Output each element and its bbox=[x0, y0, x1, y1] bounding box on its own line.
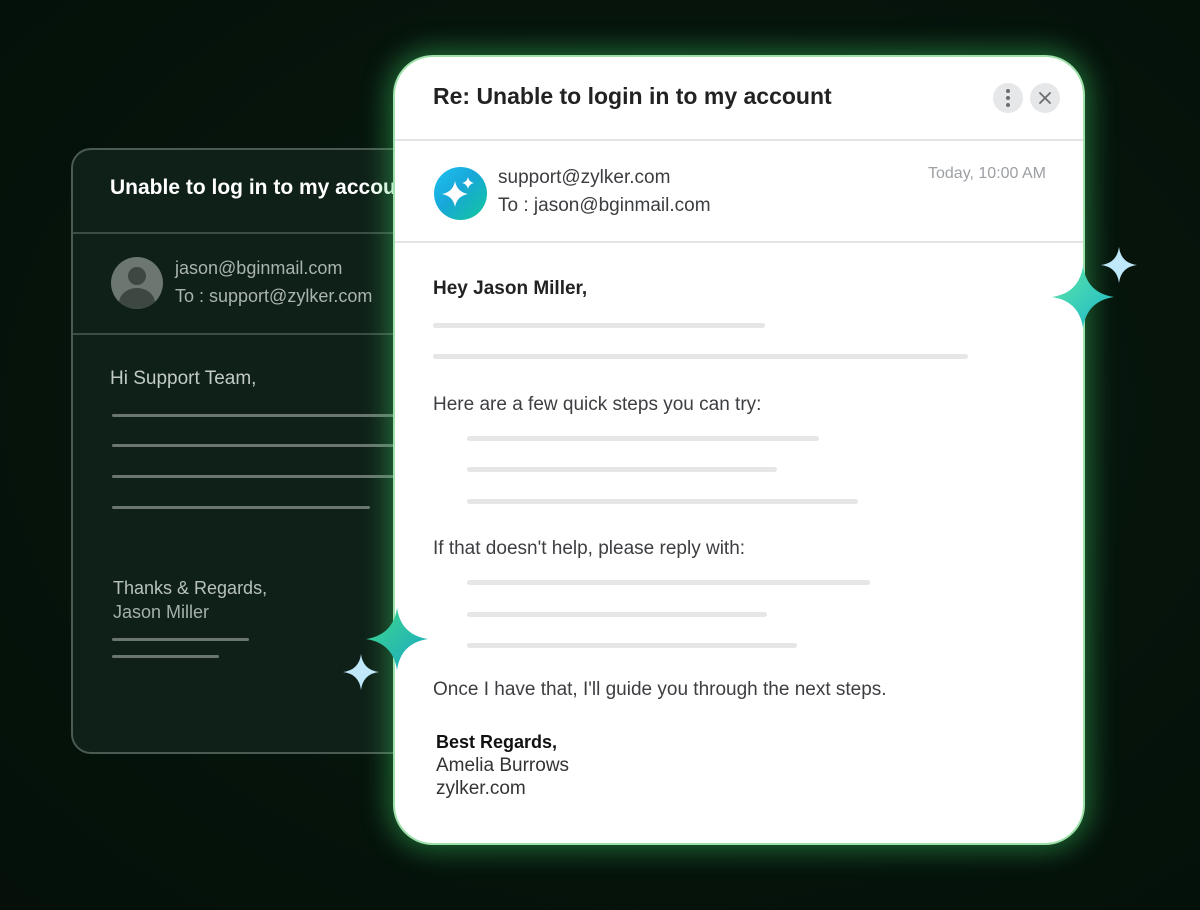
reply-signoff: Best Regards, bbox=[436, 732, 558, 752]
close-icon bbox=[1039, 92, 1051, 104]
original-email-greeting: Hi Support Team, bbox=[110, 368, 257, 389]
text-placeholder-line bbox=[112, 444, 402, 447]
original-email-to: To : support@zylker.com bbox=[175, 286, 373, 306]
text-placeholder-line bbox=[467, 436, 819, 441]
reply-email-from: support@zylker.com bbox=[498, 167, 671, 188]
sparkle-icon bbox=[1101, 247, 1137, 283]
text-placeholder-line bbox=[467, 499, 858, 504]
reply-email-card: Re: Unable to login in to my account sup… bbox=[395, 57, 1083, 843]
text-placeholder-line bbox=[112, 414, 402, 417]
text-placeholder-line bbox=[112, 475, 402, 478]
text-placeholder-line bbox=[112, 638, 249, 641]
user-avatar-icon bbox=[111, 257, 163, 309]
reply-email-timestamp: Today, 10:00 AM bbox=[928, 165, 1046, 182]
text-placeholder-line bbox=[467, 612, 767, 617]
sparkle-avatar-icon bbox=[434, 167, 487, 220]
reply-followup-intro: If that doesn't help, please reply with: bbox=[433, 538, 746, 559]
original-email-signoff: Thanks & Regards, bbox=[113, 578, 268, 598]
reply-closing: Once I have that, I'll guide you through… bbox=[433, 679, 887, 700]
text-placeholder-line bbox=[433, 323, 765, 328]
divider bbox=[395, 241, 1083, 243]
sparkle-icon bbox=[343, 654, 379, 690]
reply-sender-company: zylker.com bbox=[436, 778, 526, 799]
more-options-icon bbox=[1006, 89, 1010, 107]
reply-email-subject: Re: Unable to login in to my account bbox=[433, 83, 832, 109]
divider bbox=[395, 139, 1083, 141]
text-placeholder-line bbox=[467, 580, 870, 585]
text-placeholder-line bbox=[112, 655, 219, 658]
close-button[interactable] bbox=[1030, 83, 1060, 113]
reply-steps-intro: Here are a few quick steps you can try: bbox=[433, 394, 762, 415]
more-options-button[interactable] bbox=[993, 83, 1023, 113]
text-placeholder-line bbox=[433, 354, 968, 359]
text-placeholder-line bbox=[467, 643, 797, 648]
reply-greeting: Hey Jason Miller, bbox=[433, 278, 588, 299]
reply-sender-name: Amelia Burrows bbox=[436, 755, 570, 776]
original-email-from: jason@bginmail.com bbox=[175, 258, 343, 278]
reply-email-to: To : jason@bginmail.com bbox=[498, 195, 711, 216]
original-email-sender-name: Jason Miller bbox=[113, 602, 210, 622]
original-email-subject: Unable to log in to my account bbox=[110, 176, 416, 199]
text-placeholder-line bbox=[467, 467, 777, 472]
text-placeholder-line bbox=[112, 506, 370, 509]
